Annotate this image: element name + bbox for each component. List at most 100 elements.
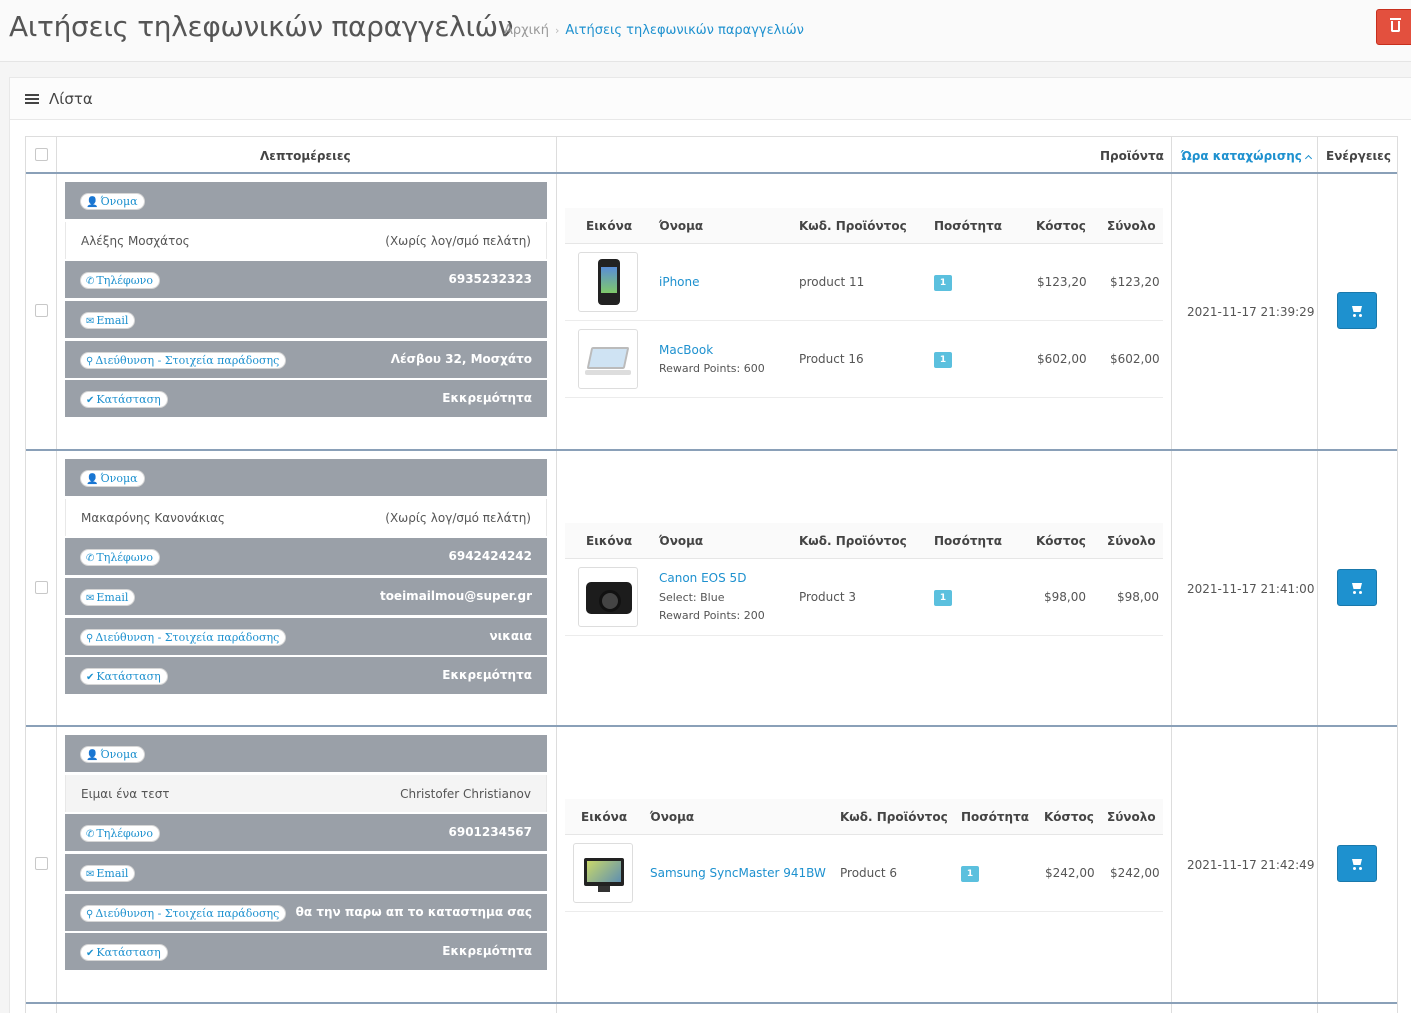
status-pill: ✔ Κατάσταση bbox=[80, 391, 168, 408]
create-order-button[interactable] bbox=[1337, 292, 1377, 329]
requests-table: Λεπτομέρειες Προϊόντα Ώρα καταχώρισης Εν… bbox=[25, 136, 1398, 1013]
customer-note: (Χωρίς λογ/σμό πελάτη) bbox=[385, 511, 531, 525]
list-icon bbox=[25, 94, 39, 104]
address-row: ⚲ Διεύθυνση - Στοιχεία παράδοσης νικαια bbox=[65, 618, 547, 655]
p-col-total: Σύνολο bbox=[1107, 534, 1156, 548]
breadcrumb-current[interactable]: Αιτήσεις τηλεφωνικών παραγγελιών bbox=[565, 23, 804, 38]
page-title: Αιτήσεις τηλεφωνικών παραγγελιών bbox=[9, 10, 514, 43]
product-reward: Reward Points: 600 bbox=[659, 362, 765, 375]
phone-value: 6901234567 bbox=[448, 825, 533, 839]
customer-name: Ειμαι ένα τεστ bbox=[81, 787, 170, 801]
product-cost: $242,00 bbox=[1045, 866, 1095, 880]
customer-note: Christofer Christianov bbox=[400, 787, 531, 801]
product-cost: $98,00 bbox=[1044, 590, 1086, 604]
product-row: Samsung SyncMaster 941BW Product 6 1 $24… bbox=[565, 835, 1163, 912]
cart-icon bbox=[1352, 583, 1362, 589]
camera-image[interactable] bbox=[578, 567, 638, 627]
product-cost: $123,20 bbox=[1037, 275, 1087, 289]
email-row: ✉ Email bbox=[65, 301, 547, 338]
customer-name: Μακαρόνης Κανονάκιας bbox=[81, 511, 225, 525]
page-header: Αιτήσεις τηλεφωνικών παραγγελιών Αρχική ›… bbox=[0, 0, 1411, 62]
name-header: 👤 Όνομα bbox=[65, 459, 547, 496]
product-code: Product 16 bbox=[799, 352, 864, 366]
products-header: Εικόνα Όνομα Κωδ. Προϊόντος Ποσότητα Κόσ… bbox=[565, 208, 1163, 244]
p-col-cost: Κόστος bbox=[1036, 534, 1086, 548]
status-row: ✔ Κατάσταση Εκκρεμότητα bbox=[65, 933, 547, 970]
address-pill: ⚲ Διεύθυνση - Στοιχεία παράδοσης bbox=[80, 629, 287, 646]
request-time: 2021-11-17 21:42:49 bbox=[1187, 858, 1315, 872]
name-row: Μακαρόνης Κανονάκιας (Χωρίς λογ/σμό πελά… bbox=[65, 499, 547, 536]
products-table: Εικόνα Όνομα Κωδ. Προϊόντος Ποσότητα Κόσ… bbox=[565, 523, 1163, 636]
product-code: Product 6 bbox=[840, 866, 898, 880]
phone-row: ✆ Τηλέφωνο 6935232323 bbox=[65, 261, 547, 298]
phone-pill: ✆ Τηλέφωνο bbox=[80, 549, 160, 566]
p-col-total: Σύνολο bbox=[1107, 219, 1156, 233]
qty-badge: 1 bbox=[934, 352, 952, 368]
address-pill: ⚲ Διεύθυνση - Στοιχεία παράδοσης bbox=[80, 352, 287, 369]
name-label: Όνομα bbox=[100, 195, 138, 208]
monitor-image[interactable] bbox=[573, 843, 633, 903]
col-actions: Ενέργειες bbox=[1326, 149, 1391, 163]
address-label: Διεύθυνση - Στοιχεία παράδοσης bbox=[95, 354, 280, 367]
map-marker-icon: ⚲ bbox=[86, 356, 94, 367]
phone-icon: ✆ bbox=[86, 553, 95, 564]
name-label: Όνομα bbox=[100, 472, 138, 485]
p-col-image: Εικόνα bbox=[586, 534, 633, 548]
product-name-link[interactable]: Samsung SyncMaster 941BW bbox=[650, 866, 826, 880]
address-value: νικαια bbox=[489, 629, 532, 643]
envelope-icon: ✉ bbox=[86, 593, 95, 604]
products-header: Εικόνα Όνομα Κωδ. Προϊόντος Ποσότητα Κόσ… bbox=[565, 523, 1163, 559]
customer-name: Αλέξης Μοσχάτος bbox=[81, 234, 190, 248]
cart-icon bbox=[1352, 306, 1362, 312]
product-name-link[interactable]: MacBook bbox=[659, 343, 713, 357]
p-col-image: Εικόνα bbox=[581, 810, 628, 824]
select-all-checkbox[interactable] bbox=[35, 148, 48, 161]
create-order-button[interactable] bbox=[1337, 845, 1377, 882]
sort-up-icon bbox=[1304, 154, 1312, 163]
product-name-link[interactable]: Canon EOS 5D bbox=[659, 571, 746, 585]
create-order-button[interactable] bbox=[1337, 569, 1377, 606]
row-checkbox[interactable] bbox=[35, 304, 48, 317]
address-pill: ⚲ Διεύθυνση - Στοιχεία παράδοσης bbox=[80, 905, 287, 922]
product-code: product 11 bbox=[799, 275, 865, 289]
breadcrumb: Αρχική › Αιτήσεις τηλεφωνικών παραγγελιών bbox=[504, 23, 804, 38]
iphone-image[interactable] bbox=[578, 252, 638, 312]
user-icon: 👤 bbox=[86, 197, 99, 208]
row-checkbox[interactable] bbox=[35, 857, 48, 870]
product-name-link[interactable]: iPhone bbox=[659, 275, 700, 289]
product-option: Select: Blue bbox=[659, 591, 725, 604]
name-pill: 👤 Όνομα bbox=[80, 746, 145, 763]
product-cost: $602,00 bbox=[1037, 352, 1087, 366]
row-checkbox[interactable] bbox=[35, 581, 48, 594]
check-icon: ✔ bbox=[86, 672, 95, 683]
map-marker-icon: ⚲ bbox=[86, 909, 94, 920]
status-value: Εκκρεμότητα bbox=[442, 944, 532, 958]
table-row: 👤 Όνομα Αλέξης Μοσχάτος (Χωρίς λογ/σμό πε… bbox=[26, 174, 1397, 451]
check-icon: ✔ bbox=[86, 395, 95, 406]
breadcrumb-home[interactable]: Αρχική bbox=[504, 23, 549, 38]
col-time-label: Ώρα καταχώρισης bbox=[1181, 149, 1302, 163]
p-col-name: Όνομα bbox=[659, 219, 704, 233]
name-pill: 👤 Όνομα bbox=[80, 470, 145, 487]
phone-pill: ✆ Τηλέφωνο bbox=[80, 825, 160, 842]
phone-value: 6935232323 bbox=[448, 272, 533, 286]
delete-button[interactable] bbox=[1376, 9, 1411, 45]
trash-icon bbox=[1390, 18, 1401, 32]
email-pill: ✉ Email bbox=[80, 589, 136, 606]
p-col-name: Όνομα bbox=[650, 810, 695, 824]
status-value: Εκκρεμότητα bbox=[442, 668, 532, 682]
address-label: Διεύθυνση - Στοιχεία παράδοσης bbox=[95, 631, 280, 644]
p-col-name: Όνομα bbox=[659, 534, 704, 548]
macbook-image[interactable] bbox=[578, 329, 638, 389]
products-table: Εικόνα Όνομα Κωδ. Προϊόντος Ποσότητα Κόσ… bbox=[565, 208, 1163, 398]
product-code: Product 3 bbox=[799, 590, 857, 604]
col-time-sort[interactable]: Ώρα καταχώρισης bbox=[1181, 149, 1312, 163]
col-details: Λεπτομέρειες bbox=[260, 149, 351, 163]
user-icon: 👤 bbox=[86, 474, 99, 485]
col-products: Προϊόντα bbox=[1100, 149, 1164, 163]
p-col-qty: Ποσότητα bbox=[934, 534, 1002, 548]
panel-heading: Λίστα bbox=[10, 78, 1411, 120]
name-row: Ειμαι ένα τεστ Christofer Christianov bbox=[65, 775, 547, 812]
product-total: $123,20 bbox=[1110, 275, 1160, 289]
address-row: ⚲ Διεύθυνση - Στοιχεία παράδοσης θα την π… bbox=[65, 894, 547, 931]
